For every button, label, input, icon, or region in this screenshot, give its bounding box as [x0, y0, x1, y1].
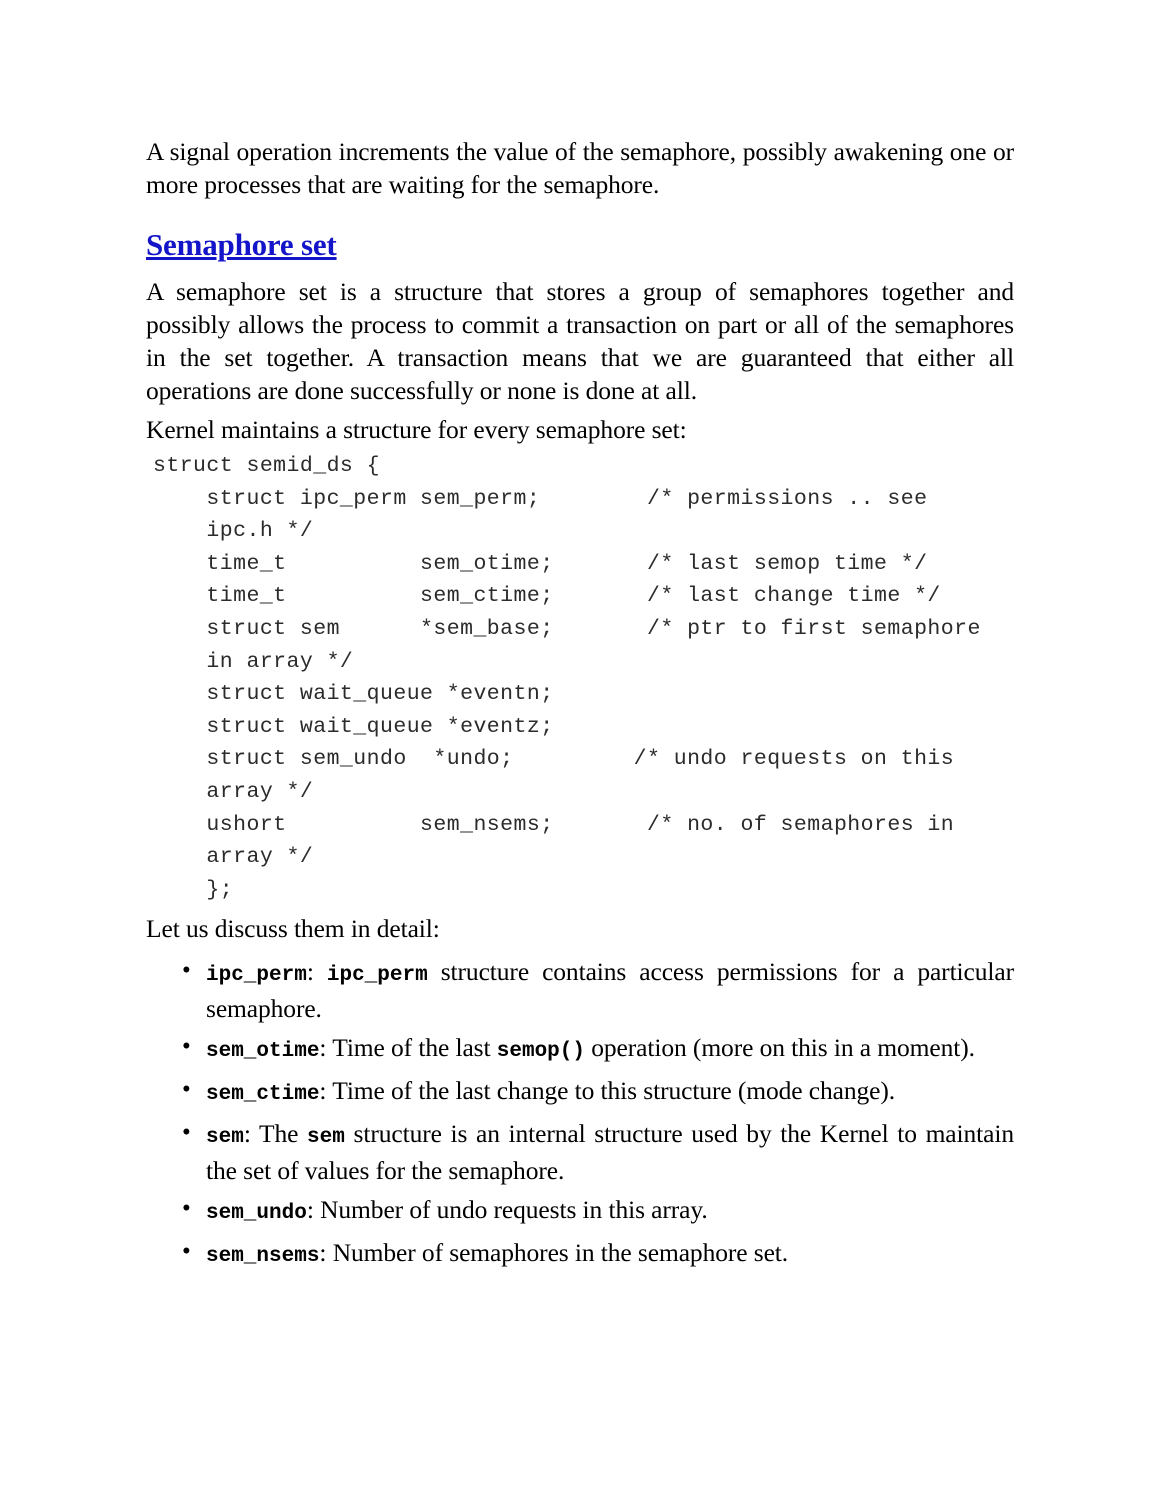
field-description-list: ipc_perm: ipc_perm structure contains ac… [146, 954, 1014, 1273]
separator: : [306, 1195, 321, 1225]
inline-code-sem: sem [307, 1126, 345, 1150]
separator: : [319, 1076, 333, 1106]
inline-code-semop: semop() [496, 1040, 585, 1064]
term-sem-otime: sem_otime [206, 1040, 320, 1064]
body-paragraph: A semaphore set is a structure that stor… [146, 277, 1014, 405]
bullet-text-before: Time of the last [332, 1033, 497, 1063]
separator: : [319, 1033, 333, 1063]
list-item: sem_otime: Time of the last semop() oper… [146, 1030, 1014, 1068]
inline-code-ipc-perm: ipc_perm [326, 964, 428, 988]
section-heading-semaphore-set: Semaphore set [146, 227, 337, 262]
list-item: ipc_perm: ipc_perm structure contains ac… [146, 954, 1014, 1025]
separator: : [319, 1238, 333, 1268]
intro-paragraph: A signal operation increments the value … [146, 137, 1014, 199]
term-ipc-perm: ipc_perm [206, 964, 307, 988]
list-item: sem_nsems: Number of semaphores in the s… [146, 1235, 1014, 1273]
code-intro-paragraph: Kernel maintains a structure for every s… [146, 415, 687, 444]
term-sem: sem [206, 1126, 244, 1150]
bullet-text: Number of semaphores in the semaphore se… [332, 1238, 789, 1268]
bullet-text: Time of the last change to this structur… [332, 1076, 896, 1106]
document-content: A signal operation increments the value … [146, 135, 1014, 1273]
bullet-text: operation (more on this in a moment). [584, 1033, 975, 1063]
list-item: sem_undo: Number of undo requests in thi… [146, 1192, 1014, 1230]
term-sem-nsems: sem_nsems [206, 1245, 320, 1269]
separator: : [243, 1119, 260, 1149]
bullet-text-before: The [259, 1119, 308, 1149]
term-sem-ctime: sem_ctime [206, 1083, 320, 1107]
list-intro-paragraph: Let us discuss them in detail: [146, 914, 440, 944]
code-block-semid-ds: struct semid_ds { struct ipc_perm sem_pe… [153, 454, 981, 902]
document-page: A signal operation increments the value … [0, 0, 1159, 1500]
bullet-text: Number of undo requests in this array. [320, 1195, 708, 1225]
list-item: sem_ctime: Time of the last change to th… [146, 1073, 1014, 1111]
list-item: sem: The sem structure is an internal st… [146, 1116, 1014, 1187]
separator: : [306, 957, 327, 987]
term-sem-undo: sem_undo [206, 1202, 307, 1226]
